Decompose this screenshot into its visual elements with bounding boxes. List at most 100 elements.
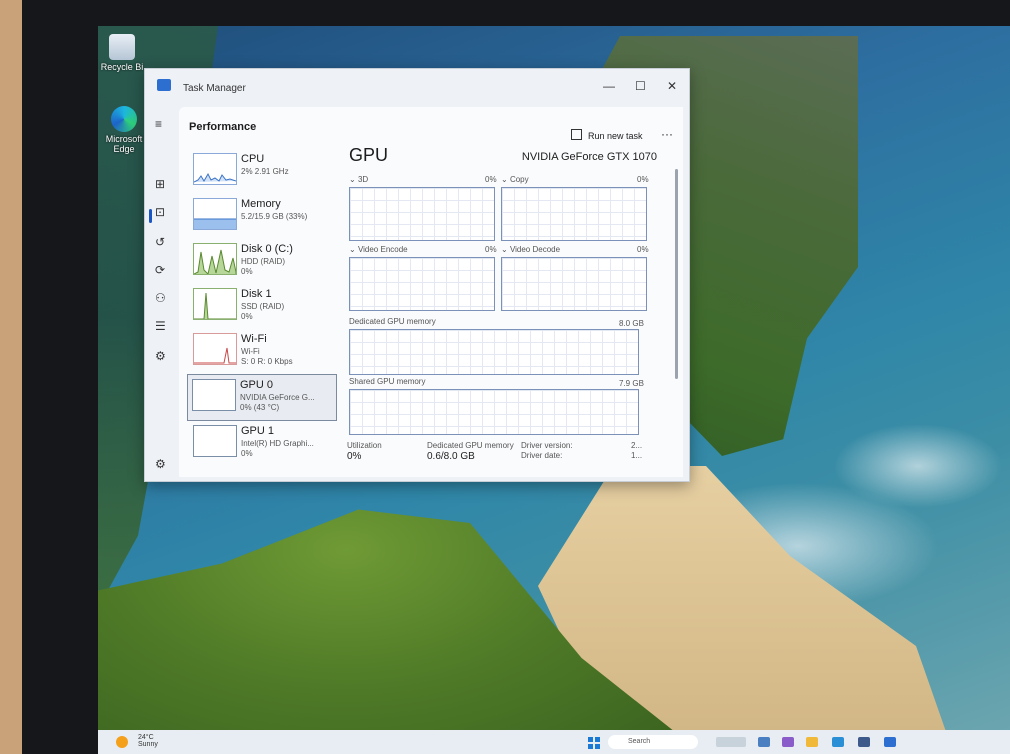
graph-dedicated-memory xyxy=(349,329,639,375)
active-tab-indicator xyxy=(149,209,152,223)
dedicated-stat-value: 0.6/8.0 GB xyxy=(427,451,475,462)
dedicated-memory-max: 8.0 GB xyxy=(619,319,644,328)
graph-video-decode xyxy=(501,257,647,311)
disk1-sparkline xyxy=(193,288,237,320)
engine-label: Video Decode xyxy=(509,245,561,254)
nav-rail: ≡ ⊞ ⊡ ↺ ⟳ ⚇ ☰ ⚙ ⚙ xyxy=(145,105,179,481)
services-icon[interactable]: ⚙ xyxy=(155,349,166,363)
engine-select-video-encode[interactable]: ⌄ Video Encode xyxy=(349,245,408,254)
engine-select-video-decode[interactable]: ⌄ Video Decode xyxy=(501,245,560,254)
performance-icon[interactable]: ⊡ xyxy=(155,205,165,219)
more-options-button[interactable]: ··· xyxy=(661,127,673,141)
taskbar-edge-icon[interactable] xyxy=(832,737,844,747)
menu-icon[interactable]: ≡ xyxy=(155,117,162,131)
desktop-icon-label: Recycle Bi xyxy=(100,62,144,72)
desktop-icon-recycle-bin[interactable]: Recycle Bi xyxy=(100,34,144,72)
engine-select-copy[interactable]: ⌄ Copy xyxy=(501,175,529,184)
graph-shared-memory xyxy=(349,389,639,435)
processes-icon[interactable]: ⊞ xyxy=(155,177,165,191)
taskbar: 24°C Sunny Search xyxy=(98,730,1010,754)
weather-condition: Sunny xyxy=(138,741,158,748)
perf-item-sub2: 0% xyxy=(241,449,253,458)
perf-item-disk-0[interactable]: Disk 0 (C:) HDD (RAID) 0% xyxy=(189,239,337,284)
graph-3d xyxy=(349,187,495,241)
driver-date-label: Driver date: xyxy=(521,451,563,460)
gpu1-sparkline xyxy=(193,425,237,457)
perf-item-name: Disk 1 xyxy=(241,288,272,300)
driver-date-value: 1... xyxy=(631,451,643,460)
taskbar-copilot-icon[interactable] xyxy=(782,737,794,747)
shared-memory-label: Shared GPU memory xyxy=(349,377,426,386)
perf-item-gpu-0[interactable]: GPU 0 NVIDIA GeForce G... 0% (43 °C) xyxy=(187,374,337,421)
scrollbar[interactable] xyxy=(675,169,678,379)
wifi-graph xyxy=(194,347,236,364)
perf-item-name: GPU 1 xyxy=(241,425,275,437)
perf-item-name: CPU xyxy=(241,153,265,165)
perf-item-sub: NVIDIA GeForce G... xyxy=(240,393,315,402)
start-button[interactable] xyxy=(588,737,600,749)
desktop-icon-edge[interactable]: Microsoft Edge xyxy=(102,106,146,154)
perf-item-name: GPU 0 xyxy=(240,379,274,391)
perf-item-sub2: 0% (43 °C) xyxy=(240,403,280,412)
perf-item-sub2: 0% xyxy=(241,312,253,321)
perf-item-sub: HDD (RAID) xyxy=(241,257,285,266)
memory-graph xyxy=(194,218,236,229)
driver-version-value: 2... xyxy=(631,441,643,450)
weather-widget[interactable]: 24°C Sunny xyxy=(138,734,158,748)
minimize-button[interactable]: — xyxy=(603,79,615,93)
perf-item-sub: 2% 2.91 GHz xyxy=(241,167,289,176)
perf-item-sub: 5.2/15.9 GB (33%) xyxy=(241,212,308,221)
edge-icon xyxy=(111,106,137,132)
run-new-task-label: Run new task xyxy=(588,131,643,141)
gpu0-sparkline xyxy=(192,379,236,411)
cpu-graph xyxy=(194,172,236,183)
perf-item-name: Disk 0 (C:) xyxy=(241,243,293,255)
perf-item-cpu[interactable]: CPU 2% 2.91 GHz xyxy=(189,149,337,194)
settings-icon[interactable]: ⚙ xyxy=(155,457,166,471)
perf-item-sub2: S: 0 R: 0 Kbps xyxy=(241,357,293,366)
disk0-sparkline xyxy=(193,243,237,275)
perf-item-memory[interactable]: Memory 5.2/15.9 GB (33%) xyxy=(189,194,337,239)
graph-video-encode xyxy=(349,257,495,311)
taskbar-task-manager-icon[interactable] xyxy=(884,737,896,747)
gpu-detail-panel: GPU NVIDIA GeForce GTX 1070 ⌄ 3D 0% ⌄ Co… xyxy=(347,145,667,475)
memory-sparkline xyxy=(193,198,237,230)
engine-label: Copy xyxy=(509,175,529,184)
shared-memory-max: 7.9 GB xyxy=(619,379,644,388)
title-bar[interactable]: Task Manager — ☐ ✕ xyxy=(145,69,689,105)
perf-item-wifi[interactable]: Wi-Fi Wi-Fi S: 0 R: 0 Kbps xyxy=(189,329,337,374)
engine-label: Video Encode xyxy=(357,245,408,254)
app-history-icon[interactable]: ↺ xyxy=(155,235,165,249)
startup-apps-icon[interactable]: ⟳ xyxy=(155,263,165,277)
maximize-button[interactable]: ☐ xyxy=(635,79,646,93)
taskbar-store-icon[interactable] xyxy=(858,737,870,747)
close-button[interactable]: ✕ xyxy=(667,79,677,93)
perf-item-disk-1[interactable]: Disk 1 SSD (RAID) 0% xyxy=(189,284,337,329)
perf-item-gpu-1[interactable]: GPU 1 Intel(R) HD Graphi... 0% xyxy=(189,421,337,466)
details-icon[interactable]: ☰ xyxy=(155,319,166,333)
perf-item-sub: SSD (RAID) xyxy=(241,302,285,311)
search-placeholder: Search xyxy=(628,738,651,745)
perf-item-sub: Wi-Fi xyxy=(241,347,260,356)
window-title: Task Manager xyxy=(183,83,246,94)
desktop-icon-label: Microsoft Edge xyxy=(105,134,143,154)
performance-page: Performance Run new task ··· CPU 2% 2.91… xyxy=(179,107,683,477)
engine-value: 0% xyxy=(637,245,649,254)
run-task-icon xyxy=(571,129,582,140)
utilization-value: 0% xyxy=(347,451,362,462)
driver-version-label: Driver version: xyxy=(521,441,573,450)
taskbar-app-icon[interactable] xyxy=(758,737,770,747)
engine-select-3d[interactable]: ⌄ 3D xyxy=(349,175,368,184)
engine-value: 0% xyxy=(485,245,497,254)
run-new-task-button[interactable]: Run new task xyxy=(571,129,643,141)
weather-temp: 24°C xyxy=(138,734,154,741)
perf-item-name: Memory xyxy=(241,198,281,210)
dedicated-stat-label: Dedicated GPU memory xyxy=(427,441,514,450)
users-icon[interactable]: ⚇ xyxy=(155,291,166,305)
taskbar-explorer-icon[interactable] xyxy=(806,737,818,747)
taskbar-widget-icon[interactable] xyxy=(716,737,746,747)
recycle-bin-icon xyxy=(109,34,135,60)
wifi-sparkline xyxy=(193,333,237,365)
gpu-title: GPU xyxy=(349,145,389,165)
taskbar-search[interactable]: Search xyxy=(608,735,698,749)
